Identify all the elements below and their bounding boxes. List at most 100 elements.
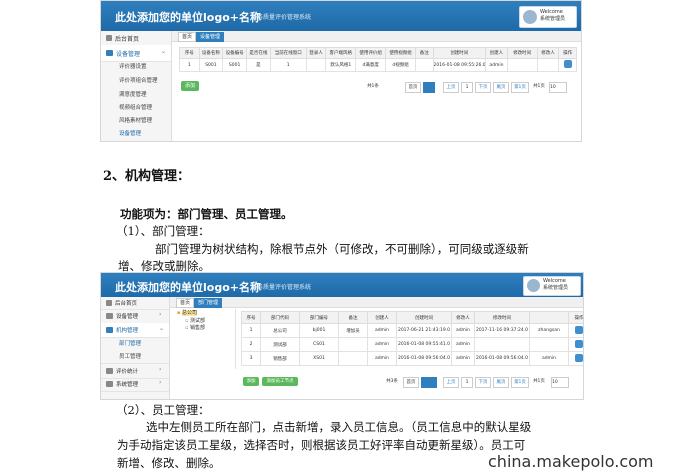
col-header: 修改人 (451, 311, 475, 324)
col-header (529, 311, 569, 324)
sidebar-item-evaluator[interactable]: 评价器设置 (119, 62, 147, 70)
pager-current[interactable] (421, 377, 437, 388)
sidebar-item-eval-combo[interactable]: 评价项组合管理 (119, 76, 158, 84)
tree-root[interactable]: ▪ 总公司 (177, 309, 197, 316)
page-size-select[interactable]: 10 (551, 377, 569, 388)
chevron-down-icon: ⌄ (159, 325, 165, 332)
pager-next[interactable]: 下页 (475, 82, 491, 93)
cell (338, 351, 368, 366)
col-header: 序号 (241, 311, 261, 324)
tab-home[interactable]: 首页 (178, 32, 196, 42)
tree-node[interactable]: ▫ 测试部 (185, 317, 205, 324)
sidebar-item-dept[interactable]: 部门管理 (119, 339, 141, 347)
pager-page[interactable]: 1 (461, 82, 473, 93)
watermark: china.makepolo.com (488, 452, 654, 471)
sidebar-item-staff[interactable]: 员工管理 (119, 352, 141, 360)
unit-logo-title: 此处添加您的单位logo+名称 (115, 11, 261, 24)
sidebar-group-device[interactable]: 设备管理 › (101, 309, 169, 324)
edit-icon[interactable] (575, 339, 583, 348)
pager-last[interactable]: 尾页 (493, 82, 509, 93)
cell: admin (451, 323, 475, 338)
sidebar-item-home[interactable]: 后台首页 (101, 31, 171, 46)
dept-tree: ▪ 总公司 ▫ 测试部 ▫ 销售部 (173, 309, 236, 369)
add-button[interactable]: 添加 (243, 377, 259, 386)
chevron-right-icon: › (159, 311, 162, 318)
col-header: 登录人 (305, 47, 327, 59)
sidebar-item-satisfaction[interactable]: 满意度管理 (119, 90, 147, 98)
system-name: 服务质量评价管理系统 (251, 284, 312, 291)
sidebar-item-video-combo[interactable]: 视频组合管理 (119, 103, 152, 111)
table-row[interactable]: 3 销售部 XS01 admin 2016-01-08 09:56:04.0 a… (241, 351, 583, 366)
pager-page[interactable]: 1 (461, 377, 473, 388)
cell (305, 58, 327, 72)
cell: CS01 (299, 337, 339, 352)
col-header: 设备名称 (198, 47, 224, 59)
cell: zhangsan (529, 323, 569, 338)
cell: S001 (198, 58, 224, 72)
pager-jump[interactable]: 第1页 (511, 377, 529, 388)
sidebar-group-stats-label: 评价统计 (116, 369, 139, 375)
cell: 总公司 (260, 323, 300, 338)
tab-device[interactable]: 设备管理 (196, 32, 224, 42)
pager-jump[interactable]: 第1页 (511, 82, 529, 93)
cell: admin (451, 337, 475, 352)
cell: 3 (241, 351, 261, 366)
tab-home[interactable]: 首页 (176, 298, 194, 308)
cell: admin (451, 351, 475, 366)
add-button[interactable]: 添加 (181, 81, 199, 91)
device-table: 序号 设备名称 设备编号 是否在线 当前在线窗口 登录人 客户端风格 使用评价组… (179, 47, 577, 72)
dept-table: 序号 部门代码 部门编号 备注 创建人 创建时间 修改人 修改时间 操作 1 总… (241, 311, 583, 366)
sidebar-group-org[interactable]: 机构管理 ⌄ (101, 323, 169, 338)
pager-of: 共1页 (531, 377, 547, 386)
page-size-select[interactable]: 10 (549, 82, 567, 93)
add-sub-node-button[interactable]: 添加员工节点 (262, 377, 298, 386)
pager-last[interactable]: 尾页 (493, 377, 509, 388)
pager-current[interactable] (423, 82, 435, 93)
cell: 增加员 (338, 323, 368, 338)
edit-icon[interactable] (575, 325, 583, 334)
chevron-down-icon: ⌄ (161, 48, 167, 55)
col-header: 使用评价组 (355, 47, 387, 59)
cell: admin (367, 323, 397, 338)
col-header: 客户端风格 (325, 47, 357, 59)
table-row[interactable]: 1 S001 S001 是 1 默认风格1 d满意度 d视频组 2016-01-… (179, 58, 577, 72)
cell: 1 (179, 58, 200, 72)
user-name: 系统管理员 (540, 16, 566, 22)
user-menu[interactable]: Welcome 系统管理员 (523, 276, 581, 296)
col-header: 备注 (338, 311, 368, 324)
edit-icon[interactable] (575, 353, 583, 362)
pager-first[interactable]: 首页 (403, 377, 419, 388)
unit-logo-title: 此处添加您的单位logo+名称 (115, 281, 261, 294)
pager-next[interactable]: 下页 (475, 377, 491, 388)
app-header: 此处添加您的单位logo+名称 服务质量评价管理系统 Welcome 系统管理员 (101, 273, 583, 297)
tree-node[interactable]: ▫ 销售部 (185, 324, 205, 331)
user-menu[interactable]: Welcome 系统管理员 (519, 6, 577, 28)
cell (558, 58, 577, 72)
col-header: 创建人 (485, 47, 508, 59)
cell: 2016-01-08 09:56:04.0 (474, 351, 530, 366)
cell: 销售部 (260, 351, 300, 366)
sidebar-item-style-material[interactable]: 风格素材管理 (119, 116, 152, 124)
tab-dept[interactable]: 部门管理 (194, 298, 222, 308)
cell: 2017-06-21 21:43:19.0 (396, 323, 452, 338)
pager-prev[interactable]: 上页 (443, 377, 459, 388)
cell: bj001 (299, 323, 339, 338)
sidebar-group-device-label: 设备管理 (116, 51, 141, 58)
cell: XS01 (299, 351, 339, 366)
screenshot-org-management: 此处添加您的单位logo+名称 服务质量评价管理系统 Welcome 系统管理员… (100, 272, 584, 400)
table-row[interactable]: 2 测试部 CS01 admin 2016-01-08 09:55:41.0 a… (241, 337, 583, 352)
col-header: 创建时间 (432, 47, 487, 59)
sidebar-item-home-label: 后台首页 (115, 301, 138, 307)
cell: 2 (241, 337, 261, 352)
pager-first[interactable]: 首页 (405, 82, 421, 93)
paragraph: 为手动指定该员工星级，选择否时，则根据该员工好评率自动更新星级）。员工可 (117, 438, 526, 452)
sidebar-group-system[interactable]: 系统管理 › (101, 377, 169, 392)
cell: 测试部 (260, 337, 300, 352)
sidebar-item-device[interactable]: 设备管理 (119, 129, 141, 137)
table-row[interactable]: 1 总公司 bj001 增加员 admin 2017-06-21 21:43:1… (241, 323, 583, 338)
folder-icon: ▪ (177, 310, 181, 316)
pager-prev[interactable]: 上页 (443, 82, 459, 93)
sidebar-group-device[interactable]: 设备管理 ⌄ (101, 45, 171, 62)
col-header: 创建人 (367, 311, 397, 324)
edit-icon[interactable] (563, 60, 572, 68)
